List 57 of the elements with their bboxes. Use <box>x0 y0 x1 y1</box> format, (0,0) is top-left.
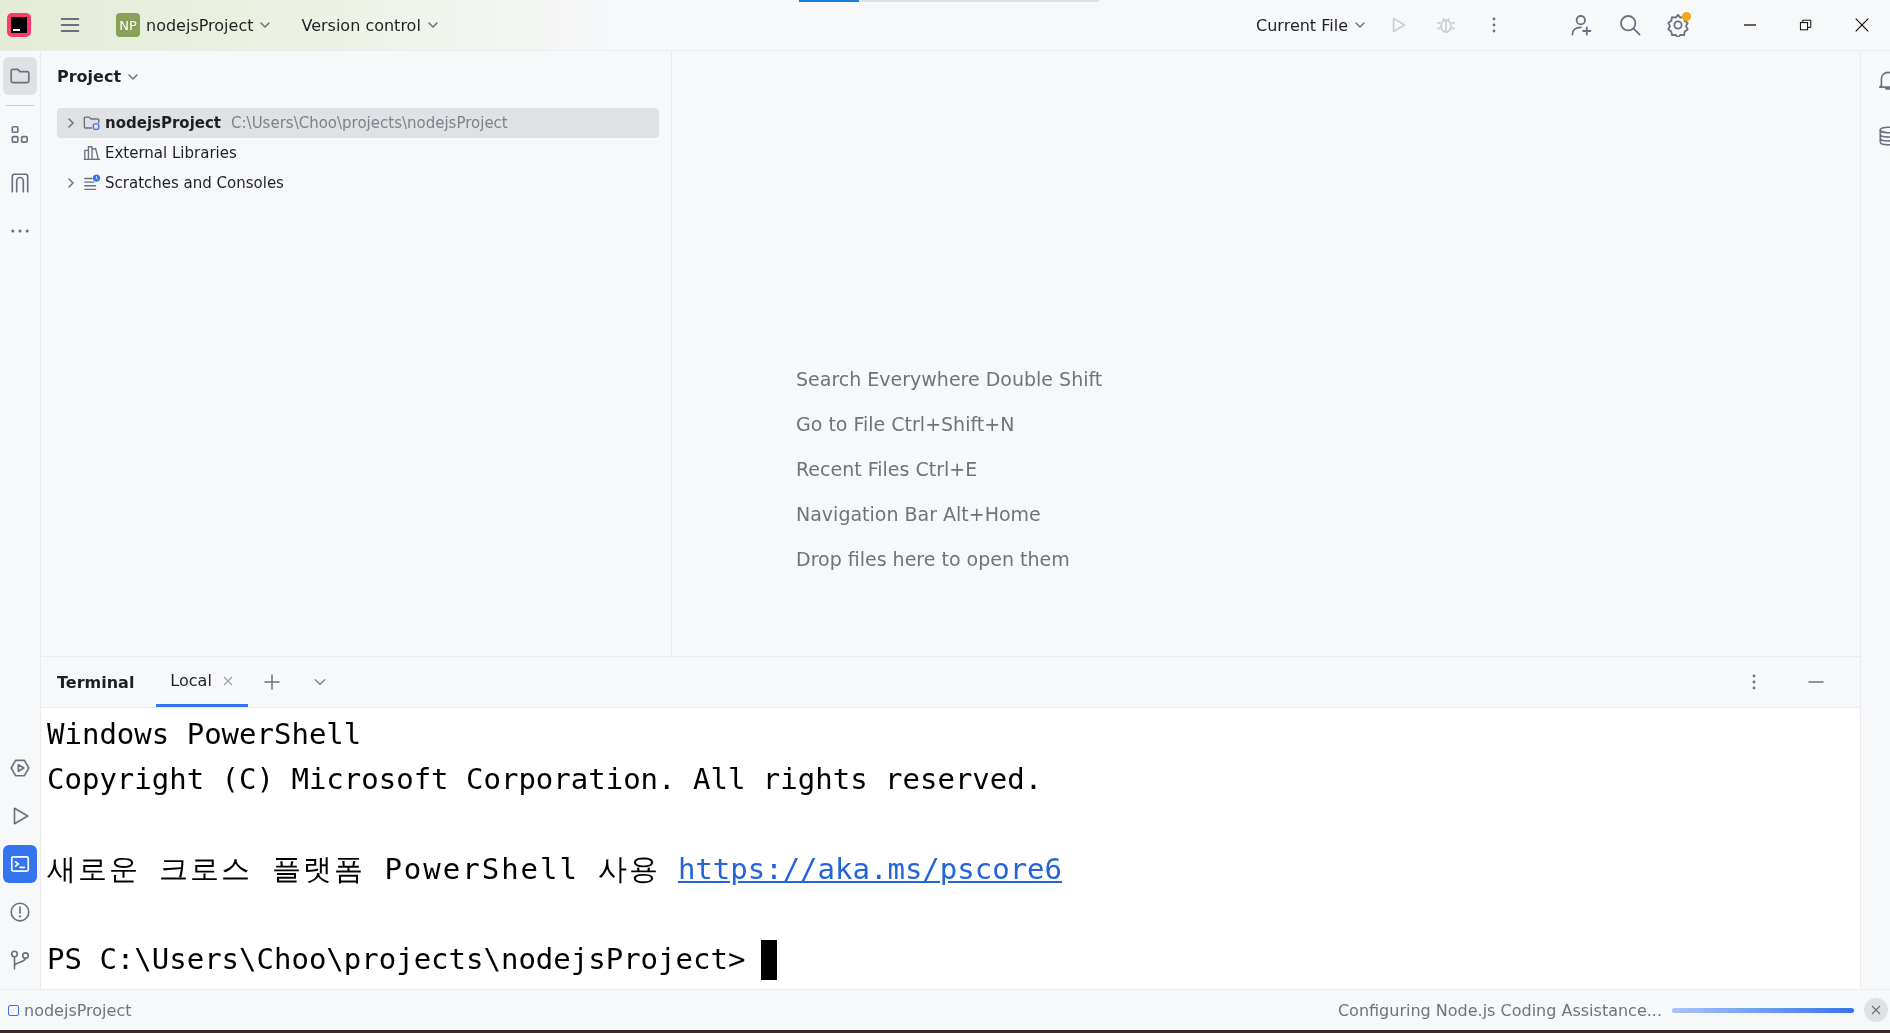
close-icon <box>1853 16 1871 34</box>
terminal-line: 새로운 크로스 플랫폼 PowerShell 사용 https://aka.ms/pscore6 <box>47 851 1062 888</box>
tree-item-name: nodejsProject <box>105 114 222 132</box>
editor-hint: Drop files here to open them <box>796 548 1071 570</box>
project-view-dropdown[interactable]: Project <box>57 65 140 108</box>
project-badge: NP <box>116 13 140 37</box>
tree-item-name: Scratches and Consoles <box>105 174 284 192</box>
terminal-icon <box>9 853 31 875</box>
breadcrumb[interactable]: nodejsProject <box>8 1000 132 1020</box>
editor-hint: Go to File Ctrl+Shift+N <box>796 413 1016 435</box>
folder-icon <box>83 114 101 132</box>
editor-hint: Recent Files Ctrl+E <box>796 458 979 480</box>
settings-icon <box>1666 13 1690 37</box>
terminal-line: Windows PowerShell <box>47 716 362 753</box>
more-vertical-icon <box>1752 674 1756 690</box>
project-widget[interactable]: NP nodejsProject <box>108 7 280 43</box>
search-icon <box>1618 13 1642 37</box>
run-configuration-label: Current File <box>1256 15 1348 35</box>
terminal-prompt: PS C:\Users\Choo\projects\nodejsProject> <box>47 941 746 978</box>
chevron-down-icon <box>426 19 439 31</box>
project-name: nodejsProject <box>146 15 254 35</box>
tool-window-button[interactable] <box>3 57 37 95</box>
warning-circle-icon <box>9 901 31 923</box>
tree-item[interactable]: nodejsProject C:\Users\Choo\projects\nodejsProject <box>57 108 659 138</box>
background-task-label: Configuring Node.js Coding Assistance... <box>1337 1000 1662 1020</box>
module-icon <box>8 1004 19 1016</box>
minimize-icon <box>1808 681 1824 683</box>
branch-icon <box>9 949 31 971</box>
restore-icon <box>1798 17 1814 33</box>
plus-icon <box>261 672 282 692</box>
tree-item[interactable]: External Libraries <box>57 138 659 168</box>
editor-hint: Navigation Bar Alt+Home <box>796 503 1042 525</box>
hexagon-play-icon <box>9 757 31 779</box>
chevron-down-icon <box>1354 19 1366 31</box>
person-plus-icon <box>1570 13 1594 37</box>
tree-item[interactable]: Scratches and Consoles <box>57 168 659 198</box>
more-horizontal-icon <box>11 229 29 233</box>
terminal-line: Copyright (C) Microsoft Corporation. All rights reserved. <box>47 761 1043 798</box>
tree-item-path: C:\Users\Choo\projects\nodejsProject <box>231 114 508 132</box>
app-logo-icon <box>6 12 32 38</box>
chevron-down-icon <box>259 19 272 31</box>
cancel-task-button[interactable] <box>1864 998 1888 1022</box>
close-icon <box>221 674 234 687</box>
editor-hint: Search Everywhere Double Shift <box>796 368 1104 390</box>
library-icon <box>83 144 101 162</box>
minimize-icon <box>1743 24 1757 26</box>
more-vertical-icon <box>1492 16 1496 34</box>
bookmark-icon <box>9 172 31 194</box>
tree-item-name: External Libraries <box>105 144 237 162</box>
version-control-button[interactable]: Version control <box>293 9 447 41</box>
terminal-link[interactable]: https://aka.ms/pscore6 <box>677 852 1062 886</box>
scratch-list-icon <box>83 174 101 192</box>
version-control-label: Version control <box>301 15 421 35</box>
tool-window-button[interactable] <box>3 845 37 883</box>
structure-icon <box>9 124 31 146</box>
terminal-title: Terminal <box>57 672 135 692</box>
run-configuration-button[interactable]: Current File <box>1248 9 1374 41</box>
